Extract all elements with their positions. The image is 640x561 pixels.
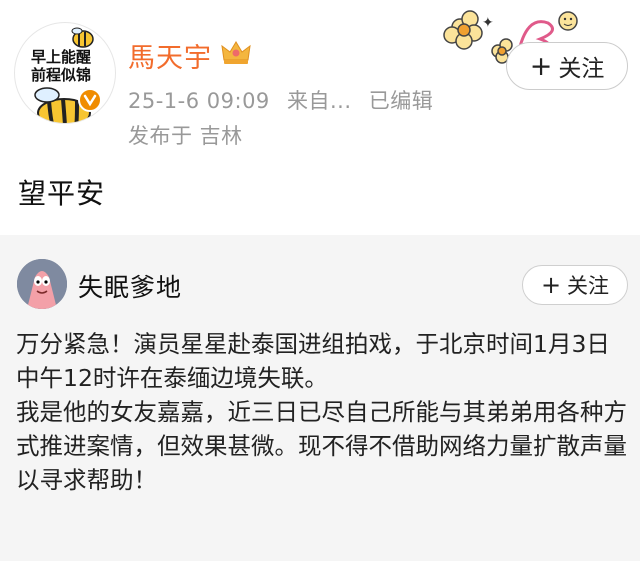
edited-label[interactable]: 已编辑	[369, 89, 434, 113]
repost-username[interactable]: 失眠爹地	[78, 268, 182, 304]
repost-follow-label: 关注	[567, 274, 610, 298]
weibo-post: 早上能醒 前程似锦 馬天宇 25-1-6 09:09 来自... 已编辑 发布于…	[0, 0, 640, 233]
post-meta: 25-1-6 09:09 来自... 已编辑	[128, 85, 433, 115]
user-avatar[interactable]: 早上能醒 前程似锦	[14, 22, 116, 124]
post-text: 望平安	[18, 177, 106, 210]
post-timestamp: 25-1-6 09:09	[128, 89, 270, 113]
svg-text:✦: ✦	[482, 15, 494, 31]
repost-user-avatar[interactable]	[17, 259, 67, 309]
follow-button-label: 关注	[558, 56, 605, 82]
repost-paragraph-2: 我是他的女友嘉嘉，近三日已尽自己所能与其弟弟用各种方式推进案情，但效果甚微。现不…	[16, 398, 627, 494]
crown-icon	[221, 41, 251, 64]
post-username[interactable]: 馬天宇	[128, 36, 212, 75]
verified-badge-icon	[78, 88, 102, 112]
plus-icon: +	[529, 50, 553, 82]
follow-button[interactable]: + 关注	[506, 42, 628, 90]
bee-icon	[71, 27, 94, 48]
repost-follow-button[interactable]: + 关注	[522, 265, 628, 305]
avatar-caption: 早上能醒 前程似锦	[21, 48, 101, 84]
reposted-weibo[interactable]: 失眠爹地 + 关注 万分紧急！演员星星赴泰国进组拍戏，于北京时间1月3日中午12…	[0, 235, 640, 561]
patrick-avatar-icon	[17, 259, 67, 309]
avatar-caption-line1: 早上能醒	[30, 48, 91, 66]
post-source[interactable]: 来自...	[287, 89, 352, 113]
post-location: 发布于 吉林	[128, 124, 243, 148]
repost-paragraph-1: 万分紧急！演员星星赴泰国进组拍戏，于北京时间1月3日中午12时许在泰缅边境失联。	[16, 330, 610, 392]
plus-icon: +	[540, 271, 562, 299]
avatar-caption-line2: 前程似锦	[30, 66, 91, 84]
repost-text: 万分紧急！演员星星赴泰国进组拍戏，于北京时间1月3日中午12时许在泰缅边境失联。…	[16, 327, 628, 497]
